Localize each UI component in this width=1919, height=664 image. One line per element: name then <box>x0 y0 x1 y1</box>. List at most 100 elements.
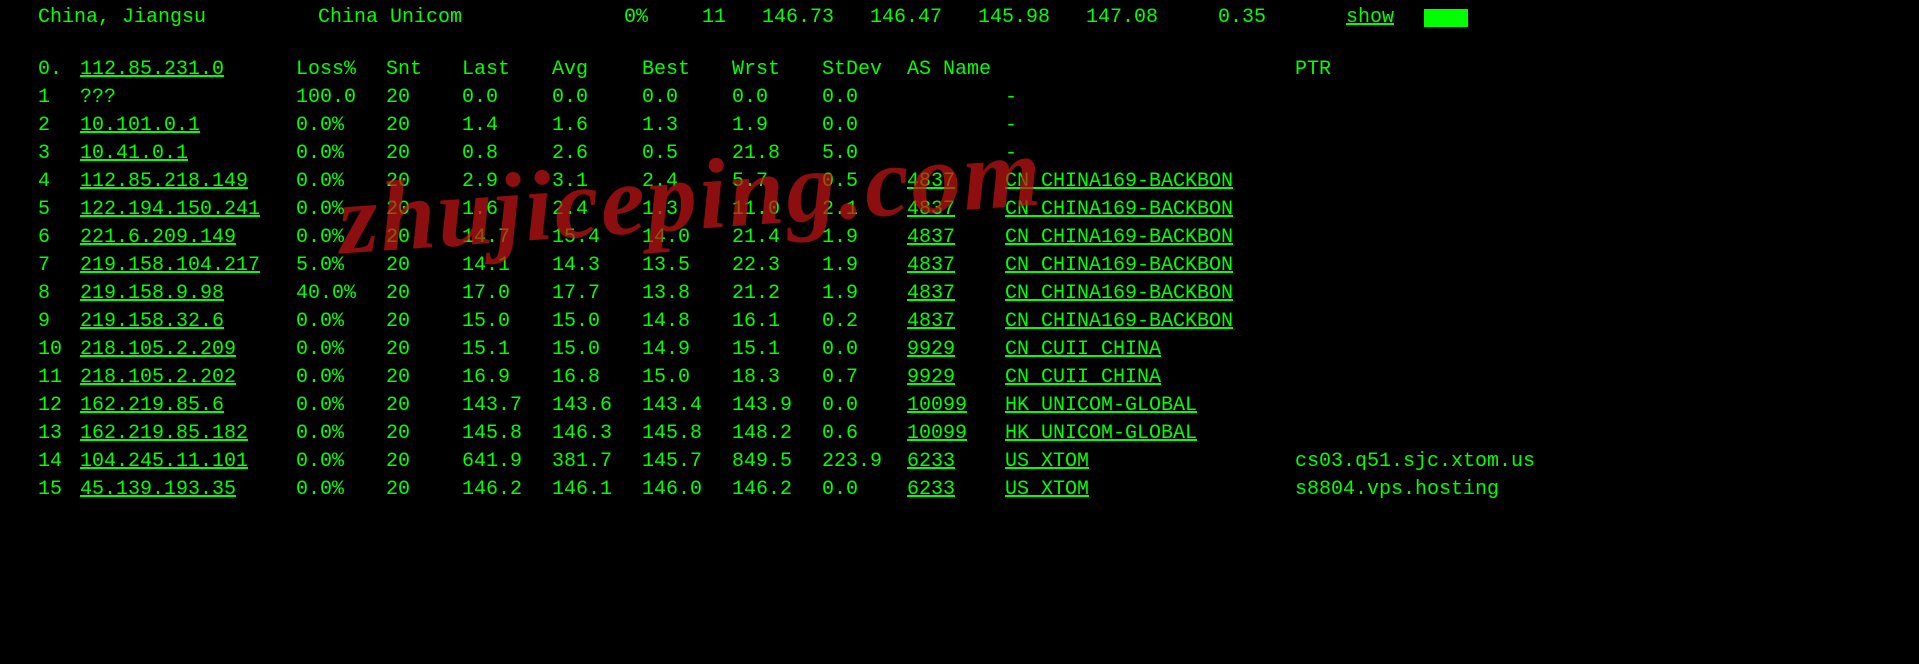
hop-avg: 14.3 <box>552 252 642 280</box>
hop-asname[interactable]: CN CUII CHINA <box>1005 364 1295 392</box>
hop-loss: 0.0% <box>296 476 386 504</box>
hop-ptr <box>1295 420 1919 448</box>
table-row: 6221.6.209.1490.0%2014.715.414.021.41.94… <box>38 224 1919 252</box>
hop-avg: 146.3 <box>552 420 642 448</box>
hop-asname: - <box>1005 140 1295 168</box>
hop-ip[interactable]: 218.105.2.209 <box>80 336 296 364</box>
hop-asname[interactable]: CN CHINA169-BACKBON <box>1005 168 1295 196</box>
hop-as[interactable]: 9929 <box>907 364 1005 392</box>
hop-avg: 143.6 <box>552 392 642 420</box>
hop-asname[interactable]: HK UNICOM-GLOBAL <box>1005 420 1295 448</box>
header-avg: Avg <box>552 56 642 84</box>
hop-stdev: 0.2 <box>822 308 907 336</box>
hop-wrst: 21.8 <box>732 140 822 168</box>
hop-stdev: 223.9 <box>822 448 907 476</box>
hop-as[interactable]: 6233 <box>907 476 1005 504</box>
hop-best: 146.0 <box>642 476 732 504</box>
table-row: 11218.105.2.2020.0%2016.916.815.018.30.7… <box>38 364 1919 392</box>
hop-number: 5 <box>38 196 80 224</box>
hop-number: 1 <box>38 84 80 112</box>
hop-avg: 381.7 <box>552 448 642 476</box>
hop-avg: 16.8 <box>552 364 642 392</box>
hop-ip[interactable]: 10.41.0.1 <box>80 140 296 168</box>
hop-avg: 2.6 <box>552 140 642 168</box>
hop-ip[interactable]: 112.85.218.149 <box>80 168 296 196</box>
summary-stdev: 0.35 <box>1158 4 1266 32</box>
hop-number: 7 <box>38 252 80 280</box>
hop-avg: 15.0 <box>552 308 642 336</box>
hop-asname[interactable]: HK UNICOM-GLOBAL <box>1005 392 1295 420</box>
header-hop: 0. <box>38 56 80 84</box>
hop-snt: 20 <box>386 336 462 364</box>
hop-ip[interactable]: 104.245.11.101 <box>80 448 296 476</box>
hop-loss: 0.0% <box>296 392 386 420</box>
hop-stdev: 1.9 <box>822 252 907 280</box>
hop-wrst: 5.7 <box>732 168 822 196</box>
hop-wrst: 16.1 <box>732 308 822 336</box>
hop-stdev: 0.6 <box>822 420 907 448</box>
hop-as <box>907 112 1005 140</box>
hop-as[interactable]: 6233 <box>907 448 1005 476</box>
hop-as[interactable]: 4837 <box>907 280 1005 308</box>
hop-asname[interactable]: CN CHINA169-BACKBON <box>1005 308 1295 336</box>
hop-loss: 0.0% <box>296 112 386 140</box>
header-last: Last <box>462 56 552 84</box>
hop-best: 14.9 <box>642 336 732 364</box>
hop-as[interactable]: 10099 <box>907 392 1005 420</box>
hop-asname[interactable]: CN CHINA169-BACKBON <box>1005 252 1295 280</box>
hop-best: 145.7 <box>642 448 732 476</box>
hop-ptr <box>1295 336 1919 364</box>
hop-as[interactable]: 4837 <box>907 168 1005 196</box>
hop-asname[interactable]: US XTOM <box>1005 476 1295 504</box>
hop-as <box>907 140 1005 168</box>
summary-loss: 0% <box>558 4 648 32</box>
hop-ip[interactable]: 221.6.209.149 <box>80 224 296 252</box>
hop-wrst: 21.2 <box>732 280 822 308</box>
hop-ptr <box>1295 308 1919 336</box>
hop-asname[interactable]: CN CHINA169-BACKBON <box>1005 280 1295 308</box>
hop-stdev: 0.5 <box>822 168 907 196</box>
hop-avg: 15.0 <box>552 336 642 364</box>
hop-ip[interactable]: 218.105.2.202 <box>80 364 296 392</box>
hop-as[interactable]: 4837 <box>907 308 1005 336</box>
table-row: 5122.194.150.2410.0%201.62.41.311.02.148… <box>38 196 1919 224</box>
hop-ip[interactable]: 219.158.32.6 <box>80 308 296 336</box>
hop-ip[interactable]: 10.101.0.1 <box>80 112 296 140</box>
hop-best: 2.4 <box>642 168 732 196</box>
hop-last: 1.6 <box>462 196 552 224</box>
hop-ptr <box>1295 392 1919 420</box>
trace-table: zhujiceping.com 0. 112.85.231.0 Loss% Sn… <box>38 56 1919 504</box>
header-best: Best <box>642 56 732 84</box>
hop-ip[interactable]: 219.158.104.217 <box>80 252 296 280</box>
hop-wrst: 22.3 <box>732 252 822 280</box>
hop-ptr: s8804.vps.hosting <box>1295 476 1919 504</box>
hop-last: 146.2 <box>462 476 552 504</box>
show-link[interactable]: show <box>1346 4 1394 32</box>
hop-ip[interactable]: 219.158.9.98 <box>80 280 296 308</box>
header-loss: Loss% <box>296 56 386 84</box>
hop-ip[interactable]: 45.139.193.35 <box>80 476 296 504</box>
hop-ip[interactable]: 162.219.85.182 <box>80 420 296 448</box>
hop-asname[interactable]: CN CUII CHINA <box>1005 336 1295 364</box>
hop-ptr <box>1295 224 1919 252</box>
hop-loss: 0.0% <box>296 364 386 392</box>
hop-asname[interactable]: US XTOM <box>1005 448 1295 476</box>
hop-best: 0.5 <box>642 140 732 168</box>
hop-asname[interactable]: CN CHINA169-BACKBON <box>1005 224 1295 252</box>
hop-as[interactable]: 4837 <box>907 196 1005 224</box>
isp-label: China Unicom <box>318 4 558 32</box>
hop-loss: 0.0% <box>296 420 386 448</box>
hop-snt: 20 <box>386 448 462 476</box>
hop-asname[interactable]: CN CHINA169-BACKBON <box>1005 196 1295 224</box>
hop-as[interactable]: 9929 <box>907 336 1005 364</box>
hop-ip[interactable]: 122.194.150.241 <box>80 196 296 224</box>
hop-ip[interactable]: 162.219.85.6 <box>80 392 296 420</box>
hop-last: 1.4 <box>462 112 552 140</box>
hop-as[interactable]: 4837 <box>907 252 1005 280</box>
hop-ptr <box>1295 140 1919 168</box>
hop-as[interactable]: 10099 <box>907 420 1005 448</box>
hop-last: 0.8 <box>462 140 552 168</box>
hop-as[interactable]: 4837 <box>907 224 1005 252</box>
table-row: 9219.158.32.60.0%2015.015.014.816.10.248… <box>38 308 1919 336</box>
table-row: 13162.219.85.1820.0%20145.8146.3145.8148… <box>38 420 1919 448</box>
